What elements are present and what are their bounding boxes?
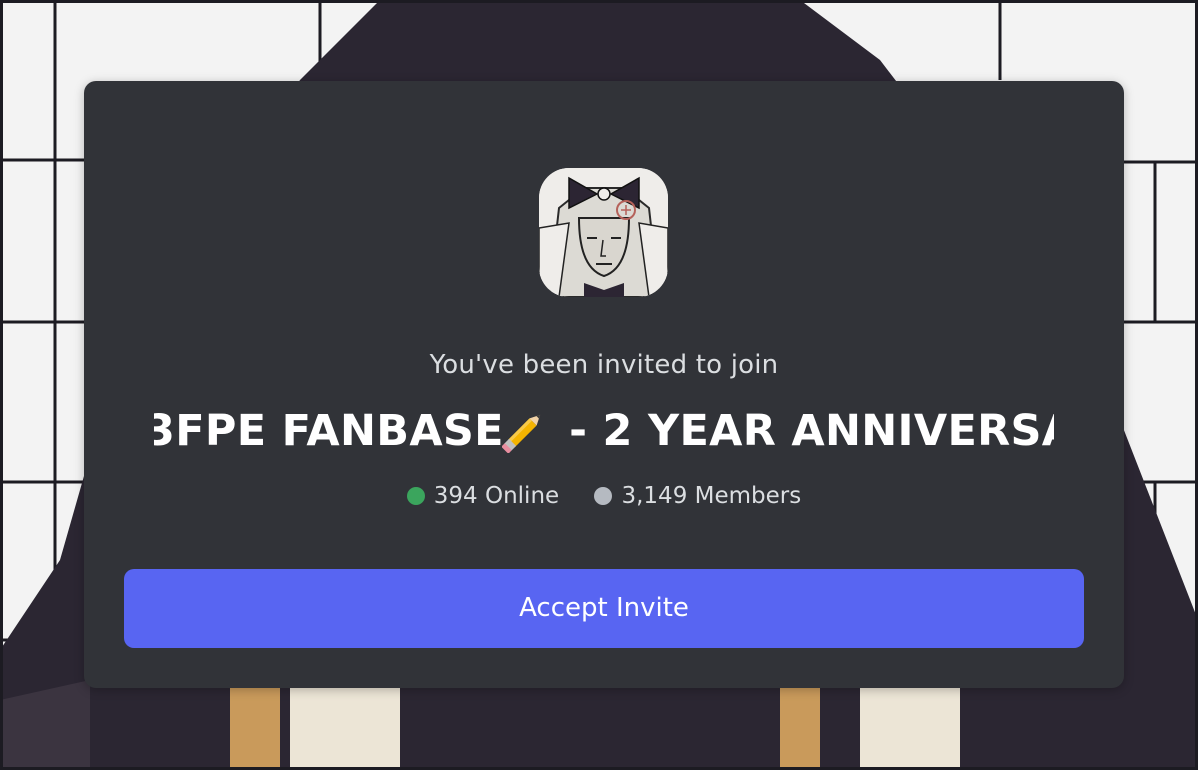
pencil-icon: [501, 405, 550, 454]
invite-subtitle: You've been invited to join: [429, 350, 779, 380]
online-count: 394 Online: [433, 483, 560, 509]
invite-card: You've been invited to join 3FPE FANBASE…: [84, 81, 1124, 688]
members-stat: 3,149 Members: [594, 479, 801, 513]
server-avatar-icon: [539, 168, 668, 297]
online-stat: 394 Online: [406, 479, 560, 513]
online-dot-icon: [406, 487, 425, 505]
accept-invite-button[interactable]: Accept Invite: [124, 569, 1084, 648]
server-name-prefix: 3FPE FANBASE: [154, 406, 504, 456]
server-name: 3FPE FANBASE - 2 YEAR ANNIVERSARY: [154, 401, 1054, 461]
server-name-suffix: - 2 YEAR ANNIVERSARY: [569, 406, 1054, 456]
server-stats: 394 Online 3,149 Members: [84, 479, 1124, 515]
members-dot-icon: [594, 487, 613, 505]
invite-embed-screenshot: You've been invited to join 3FPE FANBASE…: [0, 0, 1198, 770]
member-count: 3,149 Members: [621, 483, 802, 509]
